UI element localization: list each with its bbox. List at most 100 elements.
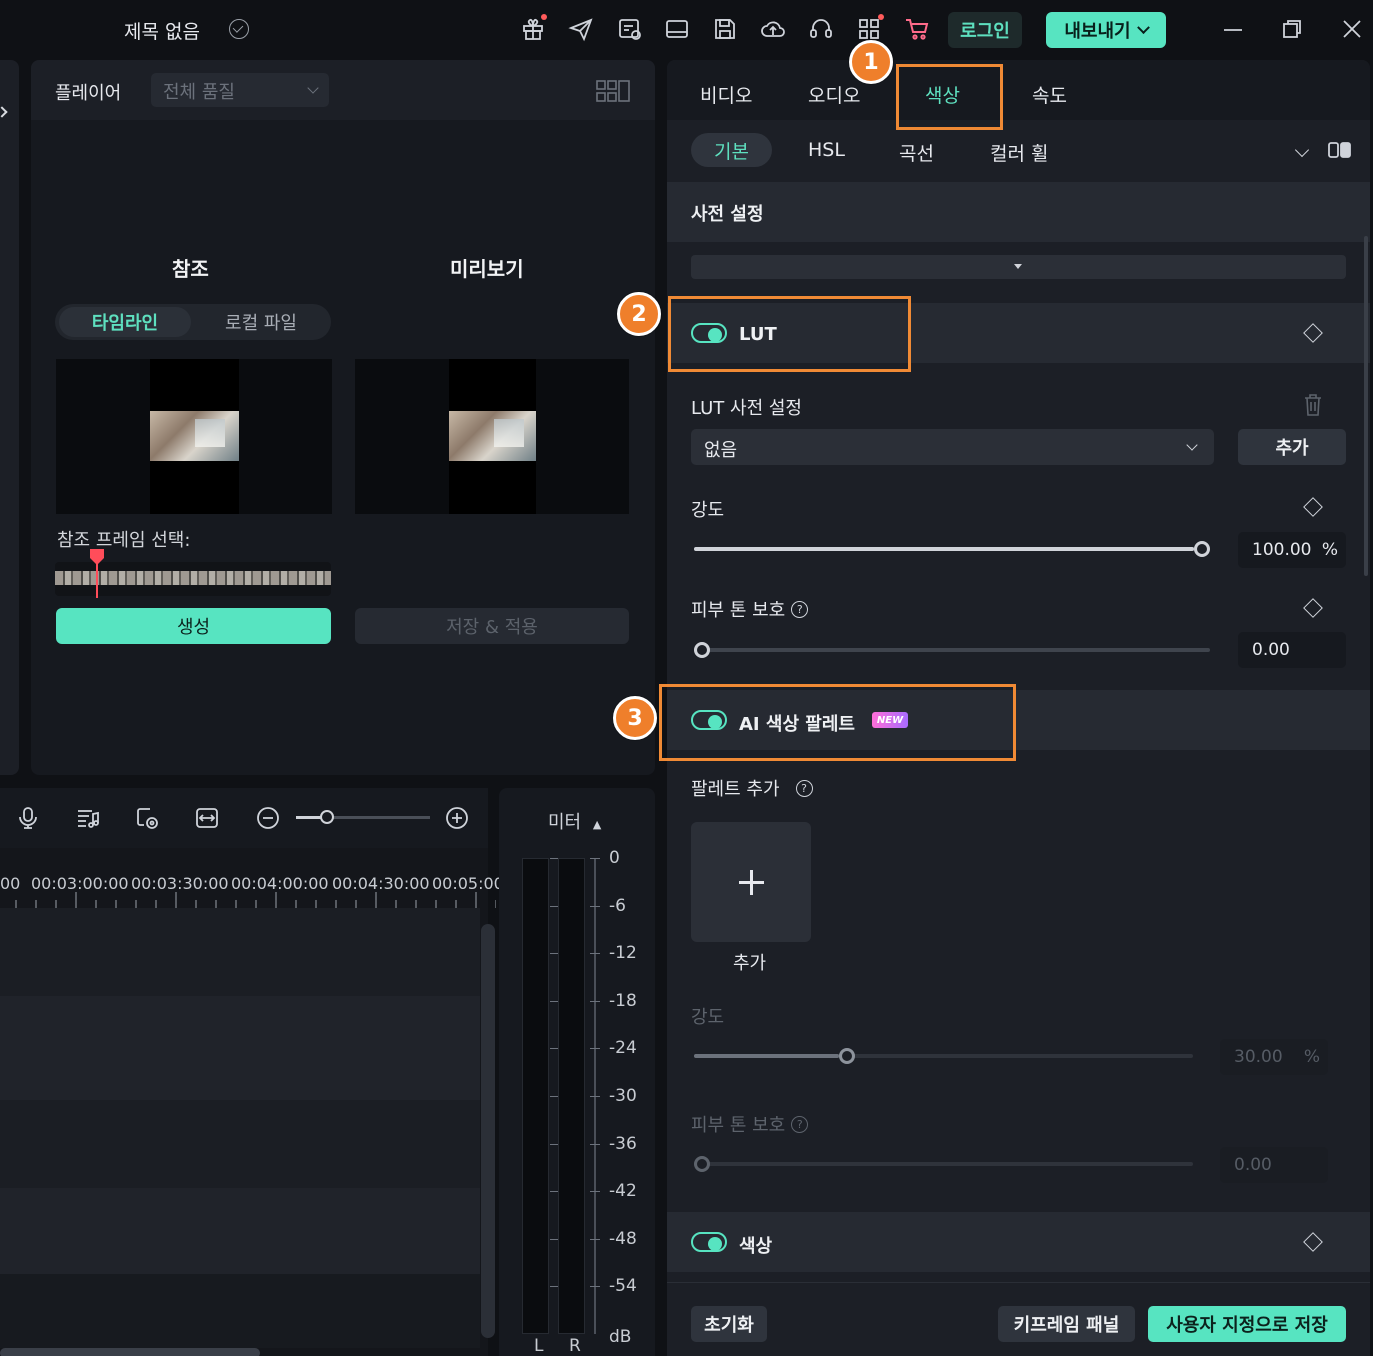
ruler-label: 00:04:00:00 — [231, 874, 329, 893]
meter-toggle[interactable]: 미터 ▲ — [548, 808, 601, 834]
playhead-marker[interactable] — [89, 548, 105, 600]
subtab-curves[interactable]: 곡선 — [899, 139, 934, 166]
meter-scale-tick — [590, 1191, 600, 1193]
minimize-icon[interactable] — [1220, 16, 1246, 42]
media-settings-icon[interactable] — [617, 16, 643, 42]
meter-scale-tick — [550, 1000, 558, 1002]
meter-scale-tick — [550, 1286, 558, 1288]
lut-skin-label: 피부 톤 보호 — [691, 600, 786, 621]
preview-heading: 미리보기 — [450, 257, 524, 281]
meter-scale-label: -18 — [609, 990, 637, 1011]
meter-scale-tick — [550, 1191, 558, 1193]
subtab-hsl[interactable]: HSL — [808, 139, 845, 161]
apps-grid-icon[interactable] — [856, 14, 884, 42]
help-icon[interactable]: ? — [795, 779, 813, 797]
channel-label-right: R — [569, 1336, 581, 1356]
timeline-track[interactable] — [0, 1274, 480, 1348]
ai-skin-value: 0.00 — [1234, 1155, 1272, 1175]
quality-select[interactable]: 전체 품질 — [151, 73, 329, 107]
ruler-label: 00 — [0, 874, 21, 893]
subtab-basic[interactable]: 기본 — [691, 133, 772, 167]
percent-unit: % — [1303, 1047, 1320, 1067]
zoom-in-icon[interactable] — [444, 805, 470, 831]
lut-skin-handle[interactable] — [694, 642, 710, 658]
ai-intensity-input[interactable]: 30.00 % — [1220, 1039, 1328, 1075]
ai-skin-track[interactable] — [694, 1162, 1193, 1166]
headset-icon[interactable] — [808, 16, 834, 42]
split-view-icon[interactable] — [1328, 141, 1352, 159]
save-apply-button[interactable]: 저장 & 적용 — [355, 608, 629, 644]
tab-audio[interactable]: 오디오 — [808, 81, 860, 108]
ai-intensity-handle[interactable] — [838, 1048, 855, 1064]
reset-button[interactable]: 초기화 — [691, 1306, 767, 1342]
keyframe-panel-button[interactable]: 키프레임 패널 — [998, 1306, 1135, 1342]
timeline-track[interactable] — [0, 996, 480, 1100]
add-palette-card[interactable] — [691, 822, 811, 942]
preview-render-icon[interactable] — [134, 805, 160, 831]
restore-icon[interactable] — [1279, 16, 1305, 42]
preview-thumbnail — [355, 359, 629, 514]
send-icon[interactable] — [568, 16, 594, 42]
help-icon[interactable]: ? — [791, 1115, 809, 1133]
close-icon[interactable] — [1339, 16, 1365, 42]
tab-video[interactable]: 비디오 — [700, 81, 752, 108]
properties-scrollbar[interactable] — [1364, 236, 1368, 576]
music-list-icon[interactable] — [75, 805, 101, 831]
cloud-upload-icon[interactable] — [760, 16, 786, 42]
zoom-out-icon[interactable] — [255, 805, 281, 831]
collapse-left-panel[interactable] — [0, 60, 19, 775]
save-custom-button[interactable]: 사용자 지정으로 저장 — [1148, 1306, 1346, 1342]
meter-scale-label: -36 — [609, 1133, 637, 1154]
time-ruler[interactable] — [0, 892, 497, 908]
lut-skin-track[interactable] — [694, 648, 1210, 652]
save-icon[interactable] — [712, 16, 738, 42]
help-icon[interactable]: ? — [791, 600, 809, 618]
login-button[interactable]: 로그인 — [948, 12, 1022, 48]
project-title[interactable]: 제목 없음 — [124, 17, 200, 44]
timeline-track[interactable] — [0, 908, 480, 996]
lut-preset-select[interactable]: 없음 — [691, 429, 1214, 465]
lut-skin-input[interactable]: 0.00 — [1238, 632, 1346, 668]
lut-intensity-handle[interactable] — [1194, 541, 1210, 557]
compare-view-icon[interactable] — [596, 80, 630, 102]
tab-timeline[interactable]: 타임라인 — [59, 307, 191, 337]
quality-value: 전체 품질 — [163, 82, 235, 103]
channel-label-left: L — [534, 1336, 544, 1356]
ai-skin-input[interactable]: 0.00 — [1220, 1147, 1328, 1183]
percent-unit: % — [1321, 540, 1338, 560]
meter-scale-tick — [550, 1048, 558, 1050]
chevron-down-icon — [307, 82, 319, 94]
trash-icon[interactable] — [1302, 393, 1324, 417]
export-button-label: 내보내기 — [1064, 21, 1131, 42]
tab-speed[interactable]: 속도 — [1032, 81, 1067, 108]
tab-local-file[interactable]: 로컬 파일 — [195, 307, 327, 337]
meter-scale-tick — [550, 1096, 558, 1097]
generate-button[interactable]: 생성 — [56, 608, 331, 644]
gift-icon[interactable] — [520, 14, 547, 42]
meter-scale-tick — [590, 858, 600, 859]
cart-icon[interactable] — [904, 16, 930, 42]
lut-preset-label: LUT 사전 설정 — [691, 398, 802, 419]
ruler-label: 00:03:30:00 — [131, 874, 229, 893]
meter-scale-tick — [590, 953, 600, 955]
meter-scale-tick — [590, 1238, 600, 1240]
subtab-color-wheel[interactable]: 컬러 휠 — [990, 139, 1048, 166]
timeline-track[interactable] — [0, 1100, 480, 1188]
export-button[interactable]: 내보내기 — [1046, 12, 1166, 48]
microphone-icon[interactable] — [15, 805, 41, 831]
preset-section-header — [667, 182, 1370, 242]
color-toggle[interactable] — [691, 1232, 727, 1252]
timeline-horizontal-scrollbar[interactable] — [0, 1348, 260, 1356]
meter-title: 미터 — [548, 812, 582, 833]
ai-skin-handle[interactable] — [694, 1156, 710, 1172]
fit-timeline-icon[interactable] — [194, 805, 220, 831]
timeline-vertical-scrollbar[interactable] — [481, 924, 495, 1338]
timeline-track[interactable] — [0, 1188, 480, 1274]
lut-intensity-input[interactable]: 100.00 % — [1238, 532, 1346, 568]
reference-source-toggle: 타임라인 로컬 파일 — [55, 304, 331, 340]
lut-add-button[interactable]: 추가 — [1238, 429, 1346, 465]
zoom-slider-handle[interactable] — [320, 810, 334, 824]
ai-skin-label: 피부 톤 보호 — [691, 1115, 786, 1136]
preset-dropdown[interactable] — [691, 255, 1346, 279]
layout-icon[interactable] — [664, 16, 690, 42]
